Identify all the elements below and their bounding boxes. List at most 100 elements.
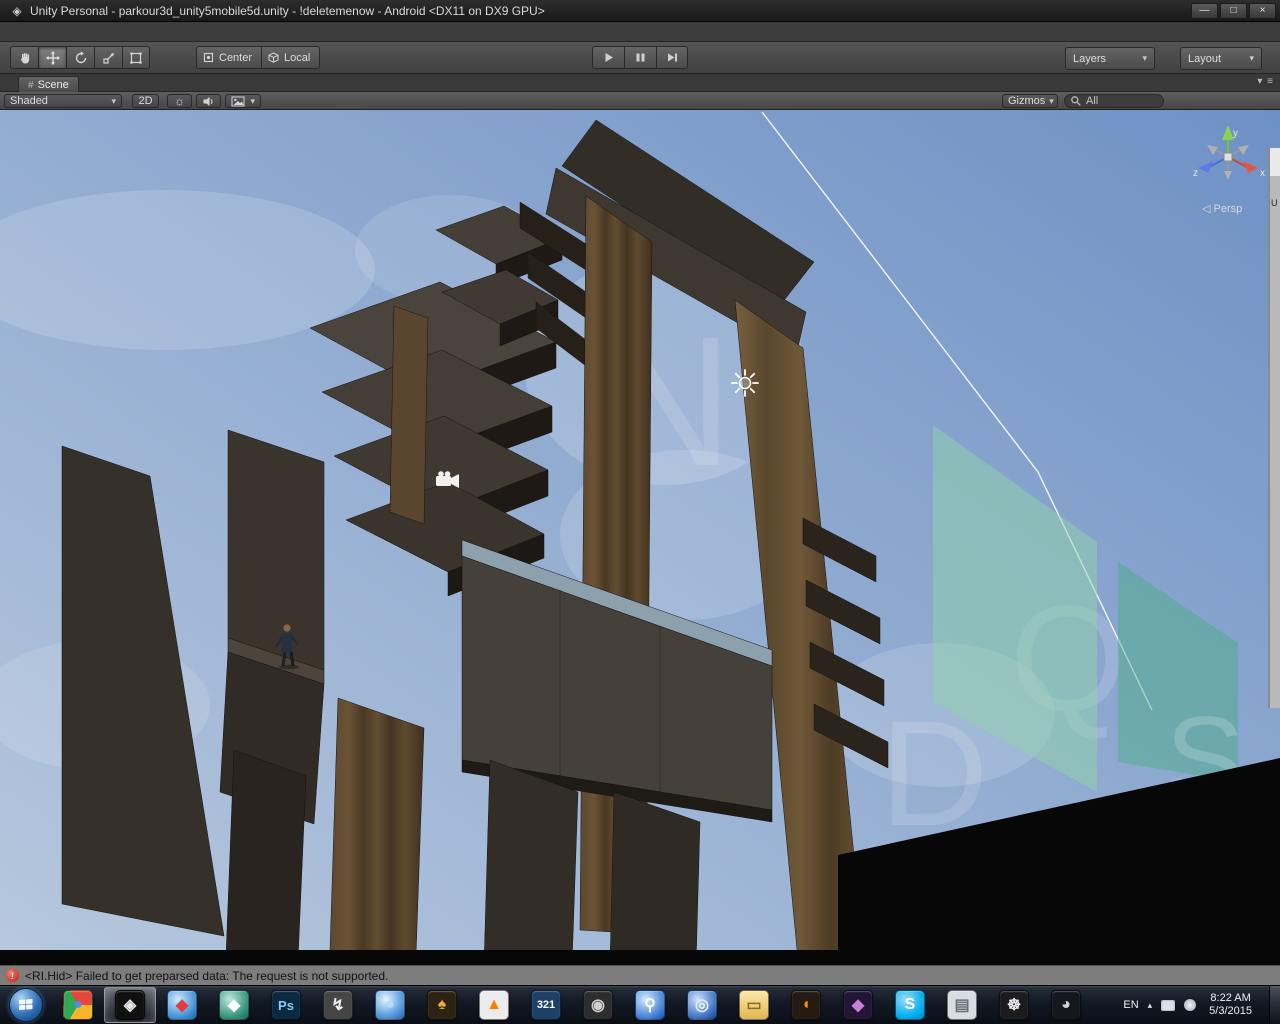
taskbar-icon-fruit[interactable]: ♠ — [416, 987, 468, 1023]
hand-tool-button[interactable] — [10, 46, 38, 69]
docked-window-edge[interactable]: U — [1268, 148, 1280, 708]
taskbar-icon-compass[interactable]: ◆ — [208, 987, 260, 1023]
taskbar-icon-photoshop[interactable]: Ps — [260, 987, 312, 1023]
hidden-icons-chevron[interactable] — [1148, 999, 1153, 1011]
menu-component[interactable] — [68, 30, 84, 34]
play-icon — [601, 50, 616, 65]
scene-tabstrip: Scene — [0, 74, 1280, 92]
layers-label: Layers — [1073, 53, 1106, 65]
rect-tool-button[interactable] — [122, 46, 150, 69]
layout-dropdown[interactable]: Layout — [1180, 47, 1262, 70]
pivot-center-icon — [203, 52, 214, 63]
close-button[interactable]: × — [1249, 3, 1276, 19]
taskbar-icon-media-player-321[interactable]: 321 — [520, 987, 572, 1023]
taskbar-icon-search-tool[interactable]: ⚲ — [624, 987, 676, 1023]
taskbar-icon-chrome[interactable]: ● — [52, 987, 104, 1023]
windows-flag-icon — [18, 998, 34, 1012]
menu-mobile-input[interactable] — [84, 30, 100, 34]
2d-toggle-button[interactable]: 2D — [132, 94, 159, 108]
menu-assets[interactable] — [36, 30, 52, 34]
scale-tool-button[interactable] — [94, 46, 122, 69]
scene-viewport[interactable]: N Q D S — [0, 110, 1280, 965]
scene-canvas[interactable]: N Q D S — [0, 110, 1280, 965]
pivot-center-button[interactable]: Center — [196, 46, 261, 69]
pivot-center-label: Center — [219, 52, 252, 64]
shading-mode-dropdown[interactable]: Shaded — [4, 94, 122, 108]
tray-keyboard-icon[interactable] — [1161, 1000, 1175, 1011]
rect-icon — [129, 51, 143, 65]
rotate-icon — [74, 51, 88, 65]
start-button[interactable] — [9, 988, 43, 1022]
taskbar-icon-file-explorer[interactable]: ▭ — [728, 987, 780, 1023]
menu-help[interactable] — [116, 30, 132, 34]
tray-status-icon[interactable] — [1184, 999, 1196, 1011]
transform-tools — [10, 46, 150, 69]
language-indicator[interactable]: EN — [1123, 999, 1138, 1011]
taskbar-clock[interactable]: 8:22 AM 5/3/2015 — [1205, 992, 1256, 1018]
shading-mode-label: Shaded — [10, 95, 48, 107]
layout-label: Layout — [1188, 53, 1221, 65]
taskbar-icon-notes[interactable]: ▤ — [936, 987, 988, 1023]
main-toolbar: Center Local Layers — [0, 42, 1280, 74]
light-gizmo[interactable] — [732, 370, 758, 396]
gizmos-dropdown[interactable]: Gizmos — [1002, 94, 1058, 108]
taskbar-icon-skype[interactable]: S — [884, 987, 936, 1023]
tab-scene[interactable]: Scene — [18, 76, 79, 92]
scene-tab-label: Scene — [38, 79, 69, 91]
pivot-local-icon — [268, 52, 279, 64]
taskbar-apps: ● ◈ ◆ ◆ Ps ↯ ● ♠ ▲ 321 ◉ ⚲ — [52, 986, 1092, 1024]
menu-gameobject[interactable] — [52, 30, 68, 34]
menu-window[interactable] — [100, 30, 116, 34]
projection-label: ◁ Persp — [1202, 203, 1242, 215]
taskbar-icon-gem[interactable]: ◆ — [832, 987, 884, 1023]
move-icon — [46, 51, 60, 65]
taskbar-icon-unity[interactable]: ◈ — [104, 987, 156, 1023]
axis-z-label: z — [1193, 168, 1198, 179]
clock-date: 5/3/2015 — [1209, 1005, 1252, 1017]
pivot-local-button[interactable]: Local — [261, 46, 320, 69]
window-titlebar[interactable]: ◈ Unity Personal - parkour3d_unity5mobil… — [0, 0, 1280, 22]
taskbar-icon-globe[interactable]: ● — [364, 987, 416, 1023]
svg-text:U: U — [1271, 198, 1278, 208]
scene-controlbar: Shaded 2D ☼ Gizmos All — [0, 92, 1280, 110]
taskbar-icon-vlc[interactable]: ▲ — [468, 987, 520, 1023]
scene-lighting-button[interactable]: ☼ — [167, 94, 192, 108]
step-button[interactable] — [656, 46, 688, 69]
scene-search-input[interactable]: All — [1064, 94, 1164, 108]
show-desktop-button[interactable] — [1269, 986, 1280, 1024]
windows-taskbar: ● ◈ ◆ ◆ Ps ↯ ● ♠ ▲ 321 ◉ ⚲ — [0, 985, 1280, 1024]
clock-time: 8:22 AM — [1210, 992, 1250, 1004]
scene-bottom-edge — [0, 950, 1280, 965]
system-tray: EN 8:22 AM 5/3/2015 — [1123, 986, 1280, 1024]
menu-bar — [0, 22, 1280, 42]
gizmos-label: Gizmos — [1008, 95, 1045, 107]
taskbar-icon-safari[interactable]: ◆ — [156, 987, 208, 1023]
scene-search-value: All — [1086, 95, 1098, 107]
maximize-button[interactable]: □ — [1220, 3, 1247, 19]
taskbar-icon-media-orange[interactable]: ◖ — [780, 987, 832, 1023]
scene-audio-button[interactable] — [196, 94, 221, 108]
taskbar-icon-runner[interactable]: ↯ — [312, 987, 364, 1023]
scale-icon — [102, 51, 116, 65]
move-tool-button[interactable] — [38, 46, 66, 69]
rotate-tool-button[interactable] — [66, 46, 94, 69]
menu-edit[interactable] — [20, 30, 36, 34]
minimize-button[interactable]: — — [1191, 3, 1218, 19]
taskbar-icon-wheel[interactable]: ☸ — [988, 987, 1040, 1023]
taskbar-icon-sphere[interactable]: ◎ — [676, 987, 728, 1023]
layers-dropdown[interactable]: Layers — [1065, 47, 1155, 70]
unity-window-icon: ◈ — [9, 3, 25, 19]
persp-axis-icon: ◁ — [1202, 203, 1214, 215]
scene-tab-grid-icon — [28, 79, 34, 91]
taskbar-icon-obs[interactable]: ◕ — [1040, 987, 1092, 1023]
pivot-controls: Center Local — [196, 46, 320, 69]
panel-menu-icon[interactable] — [1257, 76, 1274, 87]
play-button[interactable] — [592, 46, 624, 69]
menu-file[interactable] — [4, 30, 20, 34]
status-bar[interactable]: <RI.Hid> Failed to get preparsed data: T… — [0, 965, 1280, 985]
pause-button[interactable] — [624, 46, 656, 69]
pause-icon — [633, 50, 648, 65]
step-icon — [665, 50, 680, 65]
scene-effects-dropdown[interactable] — [225, 94, 261, 108]
taskbar-icon-webcam[interactable]: ◉ — [572, 987, 624, 1023]
